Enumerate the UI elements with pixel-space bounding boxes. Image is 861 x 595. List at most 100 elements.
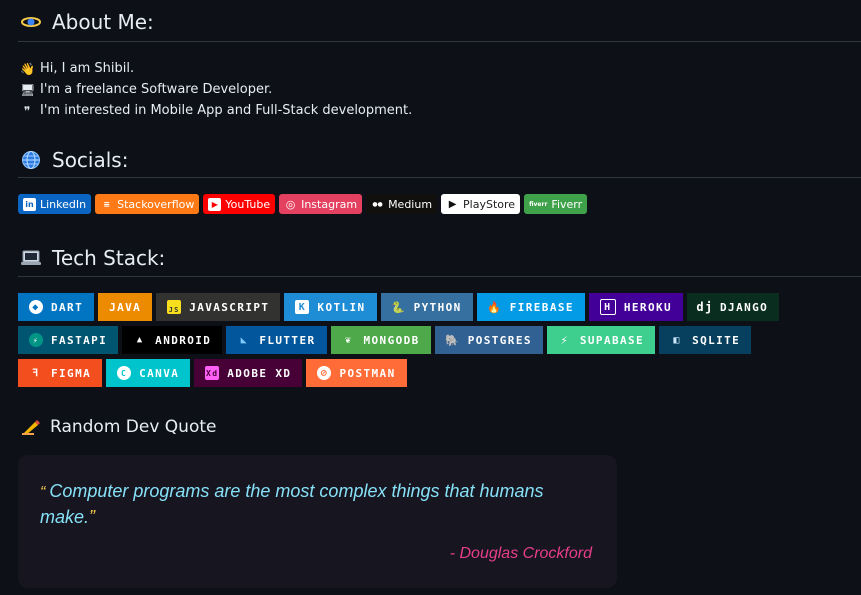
socials-divider (18, 177, 861, 178)
python-badge: 🐍 PYTHON (380, 293, 473, 321)
about-line-text: Hi, I am Shibil. (40, 61, 135, 76)
mongodb-leaf-icon: ❦ (344, 334, 353, 346)
badge-label: DART (51, 300, 84, 314)
badge-label: PlayStore (463, 197, 516, 211)
badge-label: POSTMAN (339, 366, 396, 380)
playstore-badge[interactable]: ▶ PlayStore (441, 194, 521, 214)
about-line-text: I'm interested in Mobile App and Full-St… (40, 103, 413, 118)
quote-author: - Douglas Crockford (449, 545, 592, 562)
mongodb-badge: ❦ MONGODB (330, 326, 431, 354)
flutter-icon: ◣ (240, 334, 249, 346)
badge-label: SQLITE (692, 333, 741, 347)
tech-row-3: ꟻ FIGMA C CANVA Xd ADOBE XD ⊘ POSTMAN (18, 359, 407, 387)
android-badge: ▲ ANDROID (122, 326, 223, 354)
socials-row: in LinkedIn ≡ Stackoverflow ▶ YouTube ◎ … (18, 194, 588, 214)
figma-icon: ꟻ (32, 367, 40, 379)
badge-label: MONGODB (363, 333, 420, 347)
heroku-icon: H (599, 299, 616, 315)
linkedin-badge[interactable]: in LinkedIn (18, 194, 92, 214)
about-line-text: I'm a freelance Software Developer. (40, 82, 273, 97)
about-line-1: 👋 Hi, I am Shibil. (20, 61, 134, 76)
badge-label: FIREBASE (509, 300, 574, 314)
badge-label: DJANGO (720, 300, 769, 314)
socials-heading: Socials: (20, 148, 128, 172)
about-line-2: 🖥 I'm a freelance Software Developer. (20, 82, 272, 97)
open-quote-mark: “ (40, 484, 46, 501)
youtube-icon: ▶ (208, 197, 222, 211)
quote-marks-icon: ❞ (23, 103, 31, 118)
youtube-badge[interactable]: ▶ YouTube (203, 194, 276, 214)
postgres-badge: 🐘 POSTGRES (434, 326, 543, 354)
writing-hand-icon (20, 418, 42, 436)
sqlite-icon: ◧ (673, 334, 681, 346)
javascript-icon: JS (167, 300, 182, 314)
fastapi-badge: ⚡ FASTAPI (18, 326, 119, 354)
tech-title: Tech Stack: (52, 246, 166, 270)
tech-row-2: ⚡ FASTAPI ▲ ANDROID ◣ FLUTTER ❦ MONGODB … (18, 326, 752, 354)
firebase-icon: 🔥 (487, 300, 503, 314)
quote-card: “Computer programs are the most complex … (18, 455, 617, 588)
desk-icon: 🖥 (20, 82, 36, 97)
quote-text: Computer programs are the most complex t… (40, 481, 544, 527)
orbit-icon (20, 11, 42, 33)
badge-label: Instagram (301, 197, 358, 211)
badge-label: FIGMA (51, 366, 92, 380)
canva-icon: C (117, 366, 132, 380)
tech-divider (18, 276, 861, 277)
flutter-badge: ◣ FLUTTER (226, 326, 327, 354)
waving-hand-icon: 👋 (20, 61, 35, 76)
badge-label: LinkedIn (40, 197, 87, 211)
heroku-badge: H HEROKU (588, 293, 684, 321)
badge-label: FLUTTER (259, 333, 316, 347)
play-icon: ▶ (448, 198, 457, 210)
kotlin-icon: K (295, 300, 310, 314)
badge-label: Medium (388, 197, 433, 211)
stackoverflow-badge[interactable]: ≡ Stackoverflow (95, 194, 200, 214)
instagram-badge[interactable]: ◎ Instagram (279, 194, 363, 214)
medium-badge[interactable]: ●● Medium (366, 194, 438, 214)
badge-label: HEROKU (623, 300, 673, 314)
about-divider (18, 41, 861, 42)
badge-label: Fiverr (551, 197, 583, 211)
laptop-icon (20, 249, 42, 267)
java-badge: JAVA (98, 293, 153, 321)
postman-badge: ⊘ POSTMAN (306, 359, 407, 387)
about-heading: About Me: (20, 10, 154, 34)
badge-label: KOTLIN (317, 300, 366, 314)
about-line-3: ❞ I'm interested in Mobile App and Full-… (20, 103, 413, 118)
firebase-badge: 🔥 FIREBASE (476, 293, 585, 321)
fiverr-badge[interactable]: fiverr Fiverr (524, 194, 588, 214)
badge-label: Stackoverflow (117, 197, 195, 211)
supabase-bolt-icon: ⚡ (560, 333, 570, 347)
adobe-xd-badge: Xd ADOBE XD (194, 359, 303, 387)
socials-title: Socials: (52, 148, 129, 172)
badge-label: ANDROID (155, 333, 212, 347)
python-icon: 🐍 (391, 300, 407, 314)
badge-label: POSTGRES (467, 333, 532, 347)
postman-icon: ⊘ (317, 366, 332, 380)
android-icon: ▲ (136, 335, 144, 345)
quote-body: “Computer programs are the most complex … (40, 479, 600, 530)
linkedin-icon: in (23, 197, 36, 211)
quote-title: Random Dev Quote (50, 417, 217, 437)
django-badge: dj DJANGO (687, 293, 780, 321)
about-title: About Me: (52, 10, 154, 34)
supabase-badge: ⚡ SUPABASE (546, 326, 656, 354)
adobe-xd-icon: Xd (205, 366, 220, 380)
sqlite-badge: ◧ SQLITE (659, 326, 752, 354)
instagram-icon: ◎ (285, 197, 296, 211)
close-quote-mark: ” (89, 507, 96, 527)
badge-label: CANVA (139, 366, 180, 380)
canva-badge: C CANVA (106, 359, 191, 387)
kotlin-badge: K KOTLIN (284, 293, 377, 321)
badge-label: YouTube (225, 197, 271, 211)
badge-label: JAVA (109, 300, 142, 314)
dart-badge: ◆ DART (18, 293, 95, 321)
stackoverflow-icon: ≡ (103, 199, 110, 209)
quote-heading: Random Dev Quote (20, 417, 216, 437)
globe-icon (20, 150, 42, 170)
fiverr-icon: fiverr (529, 200, 548, 208)
dart-icon: ◆ (29, 300, 43, 314)
badge-label: SUPABASE (579, 333, 645, 347)
tech-row-1: ◆ DART JAVA JS JAVASCRIPT K KOTLIN 🐍 PYT… (18, 293, 780, 321)
